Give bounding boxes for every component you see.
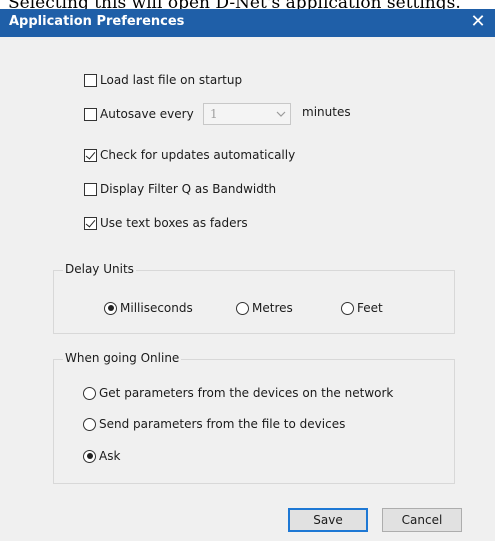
autosave-unit-label: minutes bbox=[302, 105, 351, 119]
load-last-file-label: Load last file on startup bbox=[100, 73, 243, 87]
load-last-file-checkbox[interactable] bbox=[84, 73, 97, 87]
delay-feet-option[interactable]: Feet bbox=[341, 299, 383, 317]
online-send-params-radio[interactable] bbox=[83, 417, 96, 431]
online-ask-label: Ask bbox=[99, 449, 121, 463]
title-bar: Application Preferences ✕ bbox=[0, 9, 495, 37]
online-get-params-option[interactable]: Get parameters from the devices on the n… bbox=[83, 384, 393, 402]
delay-feet-label: Feet bbox=[357, 301, 383, 315]
autosave-checkbox[interactable] bbox=[84, 107, 97, 121]
delay-feet-radio[interactable] bbox=[341, 301, 354, 315]
delay-milliseconds-option[interactable]: Milliseconds bbox=[104, 299, 193, 317]
window-title: Application Preferences bbox=[9, 14, 185, 29]
online-send-params-option[interactable]: Send parameters from the file to devices bbox=[83, 415, 345, 433]
delay-metres-radio[interactable] bbox=[236, 301, 249, 315]
dialog-body: Load last file on startup Autosave every… bbox=[0, 37, 495, 541]
save-button[interactable]: Save bbox=[288, 508, 368, 532]
online-get-params-radio[interactable] bbox=[83, 386, 96, 400]
online-send-params-label: Send parameters from the file to devices bbox=[99, 417, 346, 431]
close-icon[interactable]: ✕ bbox=[469, 12, 487, 32]
autosave-label: Autosave every bbox=[100, 107, 194, 121]
delay-milliseconds-label: Milliseconds bbox=[120, 301, 193, 315]
going-online-label: When going Online bbox=[63, 351, 182, 365]
autosave-interval-dropdown[interactable]: 1 bbox=[203, 103, 291, 125]
check-updates-option[interactable]: Check for updates automatically bbox=[84, 146, 295, 164]
text-boxes-faders-checkbox[interactable] bbox=[84, 216, 97, 230]
autosave-interval-value: 1 bbox=[210, 107, 218, 121]
delay-milliseconds-radio[interactable] bbox=[104, 301, 117, 315]
text-boxes-faders-label: Use text boxes as faders bbox=[100, 216, 248, 230]
delay-metres-label: Metres bbox=[252, 301, 293, 315]
filter-q-bandwidth-checkbox[interactable] bbox=[84, 182, 97, 196]
cancel-button[interactable]: Cancel bbox=[382, 508, 462, 532]
check-updates-checkbox[interactable] bbox=[84, 148, 97, 162]
online-get-params-label: Get parameters from the devices on the n… bbox=[99, 386, 394, 400]
text-boxes-faders-option[interactable]: Use text boxes as faders bbox=[84, 214, 248, 232]
filter-q-bandwidth-label: Display Filter Q as Bandwidth bbox=[100, 182, 277, 196]
online-ask-option[interactable]: Ask bbox=[83, 447, 120, 465]
online-ask-radio[interactable] bbox=[83, 449, 96, 463]
delay-units-label: Delay Units bbox=[63, 262, 136, 276]
autosave-option[interactable]: Autosave every bbox=[84, 105, 194, 123]
filter-q-bandwidth-option[interactable]: Display Filter Q as Bandwidth bbox=[84, 180, 276, 198]
delay-metres-option[interactable]: Metres bbox=[236, 299, 293, 317]
check-updates-label: Check for updates automatically bbox=[100, 148, 296, 162]
chevron-down-icon[interactable] bbox=[276, 109, 286, 119]
load-last-file-option[interactable]: Load last file on startup bbox=[84, 71, 242, 89]
